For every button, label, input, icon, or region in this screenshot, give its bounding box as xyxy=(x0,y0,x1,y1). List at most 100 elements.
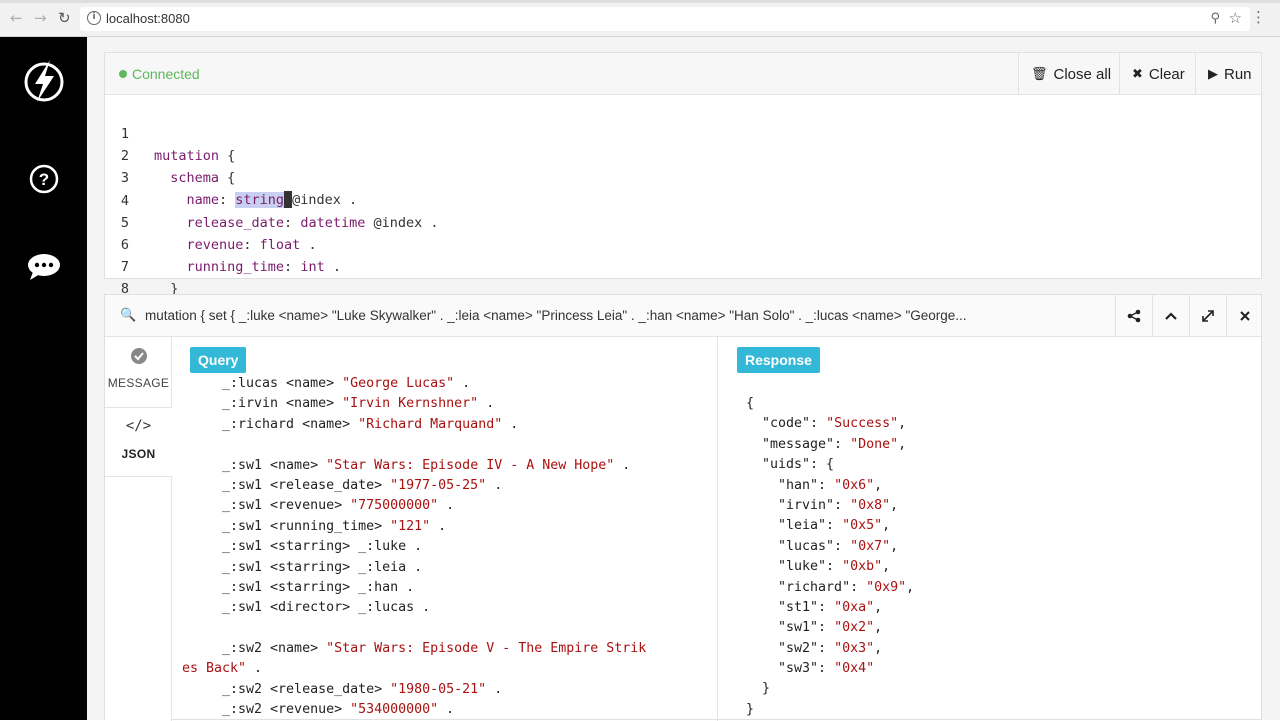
code-token: _:sw1 <starring> _:han . xyxy=(206,579,415,595)
code-token: . xyxy=(478,396,495,412)
code-token: , xyxy=(874,620,883,636)
code-token: _:sw1 <release_date> xyxy=(206,477,391,493)
code-token: "han": xyxy=(746,477,835,493)
code-line: _:sw1 <starring> _:leia . xyxy=(206,558,646,578)
code-token: _:sw1 <starring> _:leia . xyxy=(206,559,423,575)
code-line: "leia": "0x5", xyxy=(746,516,914,536)
query-code[interactable]: _:lucas <name> "George Lucas" . _:irvin … xyxy=(182,374,646,721)
chat-icon[interactable] xyxy=(0,223,87,311)
close-all-label: Close all xyxy=(1053,65,1112,83)
svg-text:?: ? xyxy=(38,170,48,189)
string-literal: "0xa" xyxy=(834,599,875,615)
zoom-icon[interactable]: ⚲ xyxy=(1210,11,1220,26)
code-line[interactable]: 7 } xyxy=(105,234,1261,297)
check-circle-icon xyxy=(131,348,147,364)
code-line: "sw3": "0x4" xyxy=(746,659,914,679)
tab-message[interactable]: MESSAGE xyxy=(105,337,172,407)
code-token: , xyxy=(882,518,891,534)
back-icon[interactable]: ← xyxy=(10,9,23,27)
code-token: _:sw1 <name> xyxy=(206,457,327,473)
query-pane: Query _:lucas <name> "George Lucas" . _:… xyxy=(173,337,718,721)
code-token: , xyxy=(882,559,891,575)
info-icon[interactable]: i xyxy=(87,11,101,25)
close-icon[interactable] xyxy=(1226,295,1263,337)
code-line[interactable]: 1 mutation { xyxy=(105,101,1261,164)
address-bar[interactable]: i localhost:8080 xyxy=(80,7,1250,31)
code-token: "st1": xyxy=(746,599,835,615)
string-literal: es Back" xyxy=(182,661,247,677)
code-line[interactable]: 2 schema { xyxy=(105,123,1261,186)
query-summary[interactable]: mutation { set { _:luke <name> "Luke Sky… xyxy=(145,308,1105,323)
code-line: _:sw1 <release_date> "1977-05-25" . xyxy=(206,476,646,496)
help-icon[interactable]: ? xyxy=(0,135,87,223)
code-line: "uids": { xyxy=(746,455,914,475)
clear-button[interactable]: ✖ Clear xyxy=(1119,53,1197,95)
code-token: } xyxy=(746,701,755,717)
code-line: "richard": "0x9", xyxy=(746,578,914,598)
string-literal: "Richard Marquand" xyxy=(358,416,503,432)
code-token: _:richard <name> xyxy=(206,416,359,432)
code-line[interactable]: 4 release_date: datetime @index . xyxy=(105,168,1261,231)
result-header: 🔍 mutation { set { _:luke <name> "Luke S… xyxy=(105,295,1261,337)
string-literal: "775000000" xyxy=(350,498,439,514)
code-line: _:sw1 <starring> _:han . xyxy=(206,578,646,598)
status-dot-icon xyxy=(119,70,127,78)
string-literal: "534000000" xyxy=(350,702,439,718)
code-line[interactable]: 5 revenue: float . xyxy=(105,190,1261,253)
code-token: . xyxy=(438,498,455,514)
share-icon[interactable] xyxy=(1115,295,1152,337)
code-line: _:sw1 <name> "Star Wars: Episode IV - A … xyxy=(206,456,646,476)
code-token: , xyxy=(890,538,899,554)
connection-status: Connected xyxy=(119,66,200,82)
expand-icon[interactable] xyxy=(1189,295,1226,337)
code-line[interactable]: 6 running_time: int . xyxy=(105,212,1261,275)
code-token: _:sw2 <name> xyxy=(206,641,327,657)
string-literal: "Star Wars: Episode IV - A New Hope" xyxy=(326,457,615,473)
code-token: . xyxy=(430,518,447,534)
code-line: _:sw2 <release_date> "1980-05-21" . xyxy=(206,680,646,700)
code-line[interactable]: 8 } xyxy=(105,256,1261,319)
response-pane: Response { "code": "Success", "message":… xyxy=(719,337,1261,721)
string-literal: "0x6" xyxy=(834,477,875,493)
string-literal: "Done" xyxy=(850,436,899,452)
forward-icon[interactable]: → xyxy=(34,9,47,27)
url-text[interactable]: localhost:8080 xyxy=(106,11,190,26)
code-line: { xyxy=(746,394,914,414)
code-token: { xyxy=(746,396,755,411)
code-line: _:sw1 <director> _:lucas . xyxy=(206,598,646,618)
code-token: "irvin": xyxy=(746,497,851,513)
bookmark-star-icon[interactable]: ☆ xyxy=(1229,9,1242,27)
result-tabs: MESSAGE </> JSON xyxy=(105,337,172,721)
code-line: _:sw2 <name> "Star Wars: Episode V - The… xyxy=(206,639,646,659)
x-icon: ✖ xyxy=(1132,66,1143,82)
code-token: . xyxy=(486,681,503,697)
code-line[interactable]: 3 name: string @index . xyxy=(105,145,1261,209)
code-line: "han": "0x6", xyxy=(746,476,914,496)
code-icon: </> xyxy=(125,418,152,434)
run-label: Run xyxy=(1224,65,1252,83)
code-area[interactable]: 1 mutation { 2 schema { 3 name: string @i… xyxy=(105,101,1261,319)
code-token: . xyxy=(246,661,263,677)
tab-json[interactable]: </> JSON xyxy=(105,407,172,477)
chevron-up-icon[interactable] xyxy=(1152,295,1189,337)
code-token: "luke": xyxy=(746,559,843,575)
reload-icon[interactable]: ↻ xyxy=(58,9,71,27)
trash-icon: 🗑 xyxy=(1031,66,1048,82)
code-token: "sw2": xyxy=(746,640,835,656)
code-token: . xyxy=(614,457,631,473)
run-button[interactable]: ▶ Run xyxy=(1195,53,1264,95)
response-json[interactable]: { "code": "Success", "message": "Done", … xyxy=(746,394,914,720)
code-token: _:sw1 <starring> _:luke . xyxy=(206,539,423,555)
editor-toolbar: Connected 🗑 Close all ✖ Clear ▶ Run xyxy=(105,53,1261,95)
app-sidebar: ? xyxy=(0,37,87,720)
close-all-button[interactable]: 🗑 Close all xyxy=(1018,53,1123,95)
main-area: Connected 🗑 Close all ✖ Clear ▶ Run 1 mu… xyxy=(87,37,1280,721)
dgraph-logo-icon[interactable] xyxy=(0,37,87,125)
code-token: _:irvin <name> xyxy=(206,396,343,412)
browser-menu-icon[interactable]: ⋮ xyxy=(1251,8,1266,26)
query-badge: Query xyxy=(190,347,247,373)
code-token: _:sw2 <revenue> xyxy=(206,702,351,718)
code-token: , xyxy=(874,640,883,656)
